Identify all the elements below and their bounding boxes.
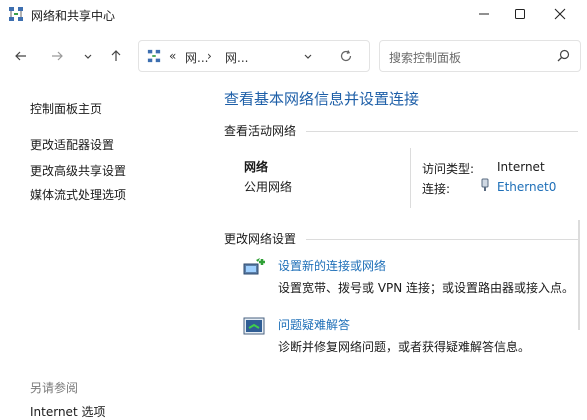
back-button[interactable] <box>10 45 32 67</box>
change-settings-heading: 更改网络设置 <box>224 232 297 246</box>
up-button[interactable] <box>105 45 127 67</box>
recent-locations-button[interactable] <box>77 45 99 67</box>
address-bar[interactable]: « 网... › 网... <box>138 40 370 72</box>
connection-link[interactable]: Ethernet0 <box>497 180 556 194</box>
breadcrumb-overflow[interactable]: « <box>169 49 176 63</box>
sidebar: 控制面板主页 更改适配器设置 更改高级共享设置 媒体流式处理选项 另请参阅 In… <box>0 80 200 419</box>
close-button[interactable] <box>542 0 578 28</box>
divider <box>306 131 578 132</box>
setup-connection-desc: 设置宽带、拨号或 VPN 连接；或设置路由器或接入点。 <box>278 281 575 295</box>
setup-connection-link[interactable]: 设置新的连接或网络 <box>278 257 386 274</box>
network-location-icon <box>147 49 161 63</box>
forward-button[interactable] <box>46 45 68 67</box>
troubleshoot-desc: 诊断并修复网络问题，或者获得疑难解答信息。 <box>278 340 531 354</box>
sidebar-item-internet-options[interactable]: Internet 选项 <box>30 403 105 420</box>
troubleshoot-link[interactable]: 问题疑难解答 <box>278 316 350 333</box>
search-input[interactable]: 搜索控制面板 <box>389 49 461 66</box>
network-type: 公用网络 <box>244 180 293 194</box>
address-dropdown-icon[interactable] <box>303 50 313 64</box>
refresh-icon[interactable] <box>339 49 353 66</box>
access-type-label: 访问类型: <box>422 162 475 176</box>
divider <box>306 239 578 240</box>
active-network-heading: 查看活动网络 <box>224 124 297 138</box>
see-also-heading: 另请参阅 <box>30 381 79 395</box>
sidebar-item-control-panel-home[interactable]: 控制面板主页 <box>30 100 102 117</box>
connection-label: 连接: <box>422 182 451 196</box>
sidebar-item-media-streaming[interactable]: 媒体流式处理选项 <box>30 186 126 203</box>
search-icon[interactable] <box>557 49 570 65</box>
title-bar: 网络和共享中心 <box>0 0 587 30</box>
new-connection-icon <box>243 256 267 278</box>
troubleshoot-icon <box>243 316 267 338</box>
maximize-button[interactable] <box>502 0 538 28</box>
minimize-button[interactable] <box>466 0 502 28</box>
sidebar-item-adapter-settings[interactable]: 更改适配器设置 <box>30 136 114 153</box>
ethernet-icon <box>480 178 490 195</box>
breadcrumb-separator[interactable]: › <box>207 49 212 63</box>
search-box[interactable]: 搜索控制面板 <box>379 40 581 72</box>
breadcrumb-item[interactable]: 网... <box>225 49 248 66</box>
breadcrumb-item[interactable]: 网... <box>185 49 208 66</box>
network-name: 网络 <box>244 160 269 174</box>
access-type-value: Internet <box>497 160 545 174</box>
divider <box>410 148 411 208</box>
network-center-icon <box>8 6 24 22</box>
scrollbar[interactable] <box>578 220 580 330</box>
page-title: 查看基本网络信息并设置连接 <box>224 90 420 108</box>
window-title: 网络和共享中心 <box>31 9 116 23</box>
sidebar-item-advanced-sharing[interactable]: 更改高级共享设置 <box>30 162 126 179</box>
